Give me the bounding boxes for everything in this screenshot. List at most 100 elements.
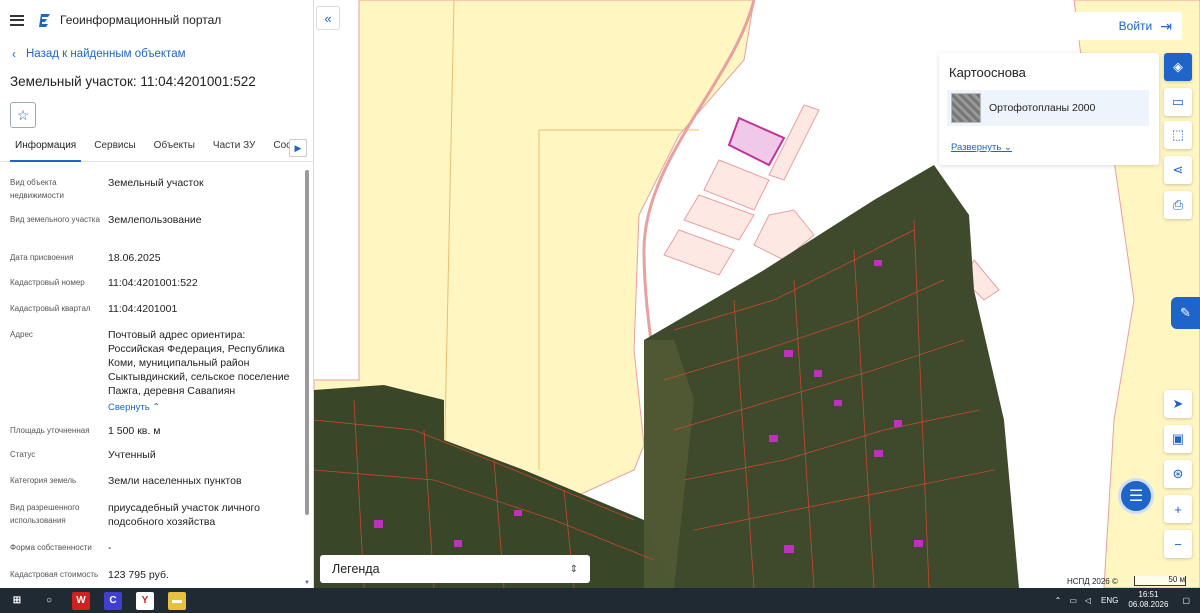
basemap-option[interactable]: Ортофотопланы 2000 — [947, 90, 1149, 126]
field-value: Учтенный — [108, 449, 156, 461]
feedback-icon: ✎ — [1180, 305, 1191, 320]
star-icon: ☆ — [16, 106, 30, 123]
zoom-out-icon: − — [1174, 536, 1182, 552]
field-value: Земли населенных пунктов — [108, 475, 242, 487]
geo-search-icon: ⊛ — [1172, 466, 1184, 481]
double-chevron-left-icon: « — [324, 10, 332, 26]
tab-parts[interactable]: Части ЗУ — [208, 136, 260, 162]
field-value: 18.06.2025 — [108, 252, 161, 264]
basemap-title: Картооснова — [949, 65, 1026, 80]
chevron-down-icon: ⌄ — [1004, 142, 1012, 153]
search-icon[interactable]: ○ — [40, 592, 58, 610]
legend-label: Легенда — [332, 562, 380, 576]
volume-icon[interactable]: ◁ — [1085, 596, 1091, 605]
field-label: Дата присвоения — [10, 253, 74, 262]
field-label: Вид объекта недвижимости — [10, 178, 64, 200]
info-panel: Геоинформационный портал ‹ Назад к найде… — [0, 0, 314, 588]
scrollbar-thumb[interactable] — [305, 170, 309, 515]
select-area-button[interactable]: ⬚ — [1164, 121, 1192, 149]
assistant-button[interactable]: ☰ — [1118, 478, 1154, 514]
back-to-results-link[interactable]: ‹ Назад к найденным объектам — [0, 40, 313, 68]
field-label: Кадастровый номер — [10, 278, 85, 287]
print-button[interactable]: ⎙ — [1164, 191, 1192, 219]
basemap-option-label: Ортофотопланы 2000 — [989, 102, 1096, 114]
field-label: Кадастровая стоимость — [10, 570, 99, 579]
zoom-in-button[interactable]: + — [1164, 495, 1192, 523]
menu-icon[interactable] — [10, 14, 24, 26]
feedback-button[interactable]: ✎ — [1171, 297, 1200, 329]
clock-date: 06.08.2026 — [1128, 600, 1169, 609]
up-down-chevron-icon: ⇕ — [569, 563, 578, 575]
scroll-down-icon[interactable]: ▼ — [304, 580, 310, 586]
tab-objects[interactable]: Объекты — [149, 136, 200, 162]
language-indicator[interactable]: ENG — [1101, 596, 1118, 605]
basemap-panel: Картооснова Ортофотопланы 2000 Развернут… — [939, 53, 1159, 165]
login-label: Войти — [1118, 19, 1153, 33]
clock[interactable]: 16:51 06.08.2026 — [1128, 590, 1168, 610]
collapse-wrap: Свернуть ⌃ — [108, 400, 298, 415]
tab-info[interactable]: Информация — [10, 136, 82, 162]
app-title[interactable]: Геоинформационный портал — [60, 13, 221, 27]
tray-arrow-icon[interactable]: ⌃ — [1055, 596, 1062, 605]
file-explorer-icon[interactable]: ▬ — [168, 591, 186, 610]
field-value: 11:04:4201001:522 — [108, 277, 198, 289]
expand-label: Развернуть — [951, 142, 1002, 153]
notifications-icon[interactable]: ▢ — [1182, 596, 1190, 605]
legend-dropdown[interactable]: Легенда ⇕ — [320, 555, 590, 583]
chat-icon: ☰ — [1128, 488, 1144, 505]
basemap-button[interactable]: ▣ — [1164, 425, 1192, 453]
layers-button[interactable]: ◈ — [1164, 53, 1192, 81]
zoom-out-button[interactable]: − — [1164, 530, 1192, 558]
map-canvas[interactable]: « Войти ⇥ Картооснова Ортофотопланы 2000… — [314, 0, 1200, 588]
field-value: 11:04:4201001 — [108, 303, 178, 315]
collapse-panel-button[interactable]: « — [316, 6, 340, 30]
chevron-left-icon: ‹ — [12, 47, 16, 61]
windows-start-icon[interactable]: ⊞ — [8, 592, 26, 610]
field-value: - — [108, 542, 112, 554]
expand-link[interactable]: Развернуть ⌄ — [951, 142, 1012, 153]
network-icon[interactable]: ▭ — [1069, 596, 1077, 605]
scale-bar: 50 м — [1134, 576, 1186, 586]
basemap-icon: ▣ — [1171, 431, 1185, 446]
ruler-button[interactable]: ▭ — [1164, 88, 1192, 116]
field-label: Вид разрешенного использования — [10, 503, 80, 525]
collapse-link[interactable]: Свернуть — [108, 402, 150, 413]
taskbar: ⊞ ○ W C Y ▬ ⌃ ▭ ◁ ENG 16:51 06.08.2026 ▢ — [0, 588, 1200, 613]
orthophoto-thumbnail — [951, 93, 981, 123]
portal-logo-icon — [39, 14, 50, 27]
system-tray: ⌃ ▭ ◁ ENG 16:51 06.08.2026 ▢ — [1055, 590, 1190, 610]
app-c-icon[interactable]: C — [104, 591, 122, 610]
page-title: Земельный участок: 11:04:4201001:522 — [10, 74, 256, 89]
field-value: Почтовый адрес ориентира: Российская Фед… — [108, 329, 290, 397]
field-label: Статус — [10, 450, 36, 459]
field-label: Вид земельного участка — [10, 215, 100, 224]
field-label: Кадастровый квартал — [10, 304, 91, 313]
location-icon: ➤ — [1172, 396, 1184, 411]
field-value: Землепользование — [108, 214, 202, 226]
layers-icon: ◈ — [1173, 59, 1183, 74]
field-value: приусадебный участок личного подсобного … — [108, 502, 260, 528]
favorite-button[interactable]: ☆ — [10, 102, 36, 128]
tabs-scroll-right-button[interactable]: ▶ — [289, 139, 307, 157]
share-icon: ⋖ — [1172, 162, 1184, 177]
field-value: 1 500 кв. м — [108, 425, 161, 437]
top-bar: Геоинформационный портал — [0, 0, 313, 40]
zoom-in-icon: + — [1174, 501, 1182, 517]
app-w-icon[interactable]: W — [72, 591, 90, 610]
tab-services[interactable]: Сервисы — [89, 136, 140, 162]
tab-bar: Информация Сервисы Объекты Части ЗУ Сост… — [0, 136, 313, 162]
chevron-up-icon: ⌃ — [149, 402, 161, 413]
attribution: НСПД 2026 © — [1067, 577, 1118, 586]
field-label: Форма собственности — [10, 543, 92, 552]
select-area-icon: ⬚ — [1171, 127, 1185, 142]
panel-scrollbar[interactable]: ▼ — [303, 170, 310, 588]
login-button[interactable]: Войти ⇥ — [1012, 12, 1182, 40]
field-label: Площадь уточненная — [10, 426, 90, 435]
yandex-browser-icon[interactable]: Y — [136, 591, 154, 610]
ruler-icon: ▭ — [1171, 94, 1185, 109]
share-button[interactable]: ⋖ — [1164, 156, 1192, 184]
login-icon: ⇥ — [1160, 17, 1172, 34]
my-location-button[interactable]: ➤ — [1164, 390, 1192, 418]
print-icon: ⎙ — [1172, 197, 1184, 212]
geo-search-button[interactable]: ⊛ — [1164, 460, 1192, 488]
